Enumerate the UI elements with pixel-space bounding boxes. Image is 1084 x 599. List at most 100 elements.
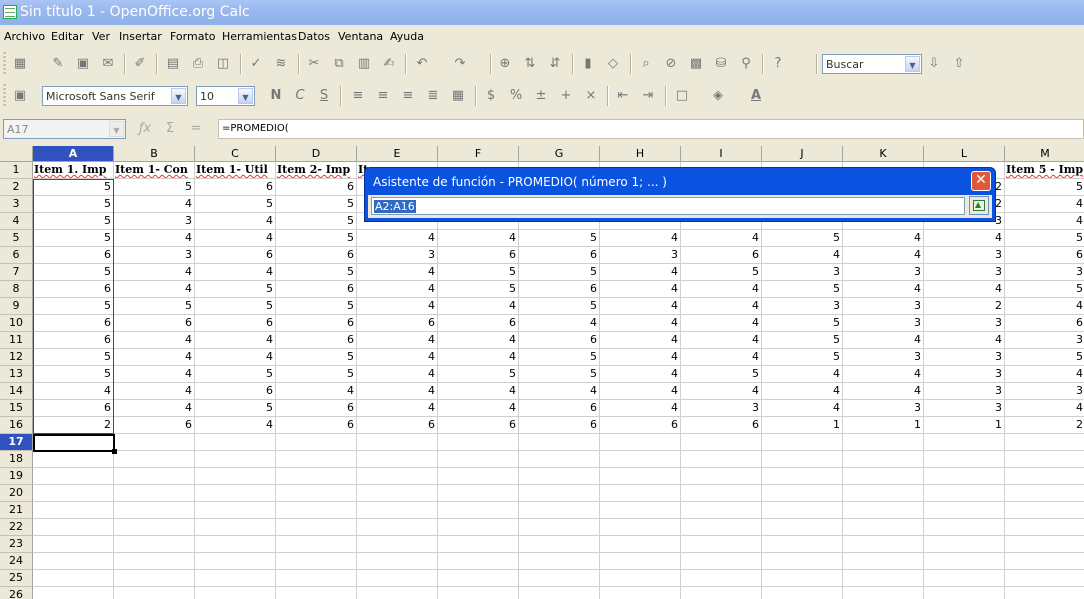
cell-c6[interactable]: 6: [195, 247, 276, 264]
cell-l5[interactable]: 4: [924, 230, 1005, 247]
cell-j24[interactable]: [762, 553, 843, 570]
cell-d26[interactable]: [276, 587, 357, 599]
cell-k11[interactable]: 4: [843, 332, 924, 349]
cell-e23[interactable]: [357, 536, 438, 553]
cell-e5[interactable]: 4: [357, 230, 438, 247]
column-header-g[interactable]: G: [519, 146, 600, 162]
row-header-19[interactable]: 19: [0, 468, 33, 485]
currency-icon[interactable]: $: [483, 88, 499, 104]
cell-h12[interactable]: 4: [600, 349, 681, 366]
cell-k8[interactable]: 4: [843, 281, 924, 298]
sort-ascending-icon[interactable]: ⇅: [522, 56, 538, 72]
cell-a12[interactable]: 5: [33, 349, 114, 366]
cell-l11[interactable]: 4: [924, 332, 1005, 349]
cell-j18[interactable]: [762, 451, 843, 468]
cell-g23[interactable]: [519, 536, 600, 553]
menu-ayuda[interactable]: Ayuda: [390, 30, 424, 43]
cell-d23[interactable]: [276, 536, 357, 553]
hyperlink-icon[interactable]: ⊕: [497, 56, 513, 72]
cell-b24[interactable]: [114, 553, 195, 570]
cell-m14[interactable]: 3: [1005, 383, 1084, 400]
new-document-icon[interactable]: ▦: [12, 56, 28, 72]
cell-l26[interactable]: [924, 587, 1005, 599]
row-header-14[interactable]: 14: [0, 383, 33, 400]
cell-i19[interactable]: [681, 468, 762, 485]
cell-g19[interactable]: [519, 468, 600, 485]
cell-l6[interactable]: 3: [924, 247, 1005, 264]
cell-b17[interactable]: [114, 434, 195, 451]
row-header-23[interactable]: 23: [0, 536, 33, 553]
column-header-l[interactable]: L: [924, 146, 1005, 162]
cell-k6[interactable]: 4: [843, 247, 924, 264]
cell-b26[interactable]: [114, 587, 195, 599]
cell-h19[interactable]: [600, 468, 681, 485]
cell-i13[interactable]: 5: [681, 366, 762, 383]
print-preview-icon[interactable]: ◫: [215, 56, 231, 72]
increase-indent-icon[interactable]: ⇥: [640, 88, 656, 104]
cell-g22[interactable]: [519, 519, 600, 536]
cell-j7[interactable]: 3: [762, 264, 843, 281]
cell-i23[interactable]: [681, 536, 762, 553]
cell-e17[interactable]: [357, 434, 438, 451]
cell-i20[interactable]: [681, 485, 762, 502]
find-replace-icon[interactable]: ⌕: [638, 56, 654, 72]
toolbar-grip[interactable]: [3, 84, 6, 108]
paste-icon[interactable]: ▥: [356, 56, 372, 72]
cell-i5[interactable]: 4: [681, 230, 762, 247]
cell-f17[interactable]: [438, 434, 519, 451]
cell-k5[interactable]: 4: [843, 230, 924, 247]
cell-c1[interactable]: Item 1- Util: [195, 162, 276, 179]
cell-m26[interactable]: [1005, 587, 1084, 599]
cell-c14[interactable]: 6: [195, 383, 276, 400]
row-header-26[interactable]: 26: [0, 587, 33, 599]
menu-editar[interactable]: Editar: [51, 30, 84, 43]
cell-h10[interactable]: 4: [600, 315, 681, 332]
cell-i21[interactable]: [681, 502, 762, 519]
cell-m16[interactable]: 2: [1005, 417, 1084, 434]
menu-herramientas[interactable]: Herramientas: [222, 30, 297, 43]
cell-c3[interactable]: 5: [195, 196, 276, 213]
cell-b19[interactable]: [114, 468, 195, 485]
row-header-25[interactable]: 25: [0, 570, 33, 587]
cell-c9[interactable]: 5: [195, 298, 276, 315]
cell-b25[interactable]: [114, 570, 195, 587]
undo-icon[interactable]: ↶: [414, 56, 430, 72]
cell-g21[interactable]: [519, 502, 600, 519]
cell-f12[interactable]: 4: [438, 349, 519, 366]
cell-d2[interactable]: 6: [276, 179, 357, 196]
cell-e8[interactable]: 4: [357, 281, 438, 298]
cell-a24[interactable]: [33, 553, 114, 570]
cell-a5[interactable]: 5: [33, 230, 114, 247]
cell-l12[interactable]: 3: [924, 349, 1005, 366]
find-next-icon[interactable]: ⇩: [926, 56, 942, 72]
row-header-2[interactable]: 2: [0, 179, 33, 196]
spellcheck-icon[interactable]: ✓: [248, 56, 264, 72]
cell-a26[interactable]: [33, 587, 114, 599]
cell-i6[interactable]: 6: [681, 247, 762, 264]
row-header-7[interactable]: 7: [0, 264, 33, 281]
cell-b2[interactable]: 5: [114, 179, 195, 196]
cell-l19[interactable]: [924, 468, 1005, 485]
font-color-icon[interactable]: A: [748, 88, 764, 104]
cell-k15[interactable]: 3: [843, 400, 924, 417]
format-paintbrush-icon[interactable]: ✍: [381, 56, 397, 72]
cell-f16[interactable]: 6: [438, 417, 519, 434]
cell-c13[interactable]: 5: [195, 366, 276, 383]
cell-i25[interactable]: [681, 570, 762, 587]
cell-a4[interactable]: 5: [33, 213, 114, 230]
column-header-d[interactable]: D: [276, 146, 357, 162]
cell-m4[interactable]: 4: [1005, 213, 1084, 230]
cell-d25[interactable]: [276, 570, 357, 587]
cell-c17[interactable]: [195, 434, 276, 451]
column-header-c[interactable]: C: [195, 146, 276, 162]
toolbar-grip[interactable]: [3, 52, 6, 76]
cell-d16[interactable]: 6: [276, 417, 357, 434]
row-header-15[interactable]: 15: [0, 400, 33, 417]
cell-f19[interactable]: [438, 468, 519, 485]
cell-a20[interactable]: [33, 485, 114, 502]
row-header-12[interactable]: 12: [0, 349, 33, 366]
row-header-5[interactable]: 5: [0, 230, 33, 247]
cell-a7[interactable]: 5: [33, 264, 114, 281]
column-header-f[interactable]: F: [438, 146, 519, 162]
add-decimal-icon[interactable]: +: [558, 88, 574, 104]
